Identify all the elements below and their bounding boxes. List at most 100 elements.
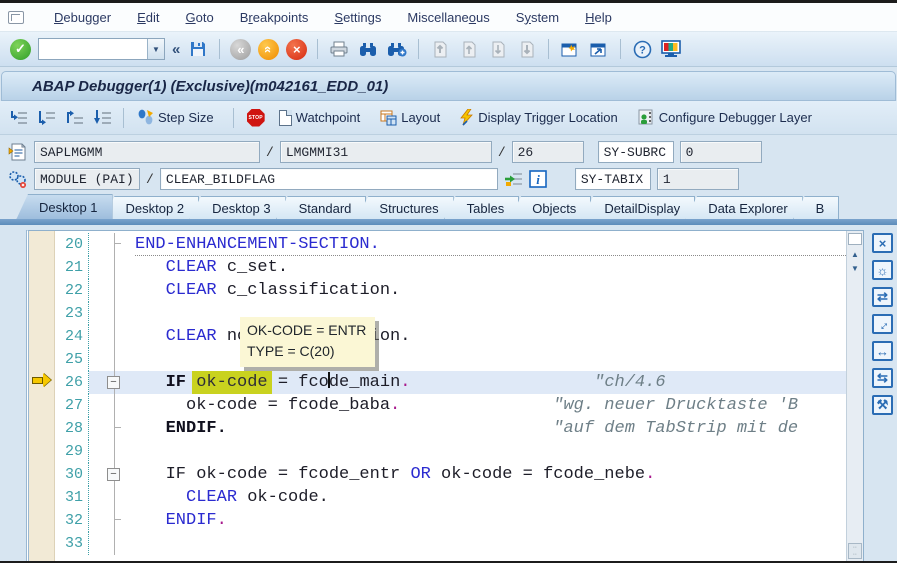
- first-page-icon: [429, 38, 451, 60]
- info-icon[interactable]: i: [529, 170, 547, 188]
- sy-subrc-value-field[interactable]: 0: [679, 141, 762, 163]
- watchpoint-button[interactable]: STOP Watchpoint: [243, 107, 371, 129]
- swap-windows-icon[interactable]: ⇄: [872, 287, 893, 307]
- step-size-button[interactable]: Step Size: [133, 107, 224, 128]
- line-number-field[interactable]: 26: [511, 141, 584, 163]
- print-icon[interactable]: [328, 38, 350, 60]
- line-margin[interactable]: [29, 371, 56, 394]
- line-margin[interactable]: [29, 486, 56, 509]
- maximize-icon[interactable]: ↔: [872, 314, 893, 334]
- menu-item-help[interactable]: Help: [585, 10, 612, 25]
- back-button[interactable]: «: [230, 38, 252, 60]
- line-margin[interactable]: [29, 463, 56, 486]
- scroll-down-icon[interactable]: ▼: [848, 261, 862, 275]
- tab-objects[interactable]: Objects: [509, 196, 592, 220]
- menu-item-miscellaneous[interactable]: Miscellaneous: [407, 10, 489, 25]
- code-text[interactable]: IF ok-code = fcode_entr OR ok-code = fco…: [135, 463, 846, 486]
- code-text[interactable]: CLEAR c_classification.: [135, 279, 846, 302]
- code-text[interactable]: [135, 532, 846, 555]
- line-number: 22: [56, 279, 89, 302]
- new-session-icon[interactable]: [559, 38, 581, 60]
- event-type-field[interactable]: MODULE (PAI): [34, 168, 140, 190]
- services-icon[interactable]: ⚒: [872, 395, 893, 415]
- display-trigger-location-button[interactable]: Display Trigger Location: [456, 107, 627, 128]
- event-name-field[interactable]: CLEAR_BILDFLAG: [159, 168, 498, 190]
- tab-data-explorer[interactable]: Data Explorer: [685, 196, 803, 220]
- tab-desktop-1[interactable]: Desktop 1: [16, 194, 113, 220]
- code-text[interactable]: CLEAR c_set.: [135, 256, 846, 279]
- fit-width-icon[interactable]: ↔: [872, 341, 893, 361]
- code-text[interactable]: CLEAR ok-code.: [135, 486, 846, 509]
- enter-button[interactable]: ✓: [10, 38, 31, 60]
- sy-subrc-label-field[interactable]: SY-SUBRC: [597, 141, 674, 163]
- scrollbar-bottom-grip[interactable]: ∙∙ ∙∙: [848, 543, 862, 559]
- tab-structures[interactable]: Structures: [356, 196, 454, 220]
- exit-button[interactable]: «: [258, 38, 280, 60]
- create-shortcut-icon[interactable]: [588, 38, 610, 60]
- line-margin[interactable]: [29, 417, 56, 440]
- line-margin[interactable]: [29, 532, 56, 555]
- save-icon[interactable]: [187, 38, 209, 60]
- tab-tables[interactable]: Tables: [443, 196, 520, 220]
- exchange-icon[interactable]: ⇆: [872, 368, 893, 388]
- help-icon[interactable]: ?: [631, 38, 653, 60]
- step-into-icon[interactable]: [8, 107, 30, 129]
- step-over-icon[interactable]: [36, 107, 58, 129]
- menu-item-breakpoints[interactable]: Breakpoints: [240, 10, 309, 25]
- continue-icon[interactable]: [92, 107, 114, 129]
- code-text[interactable]: ENDIF.: [135, 509, 846, 532]
- line-number: 24: [56, 325, 89, 348]
- goto-statement-icon[interactable]: [504, 171, 523, 188]
- menu-item-debugger[interactable]: Debugger: [54, 10, 111, 25]
- window-menu-icon[interactable]: [8, 10, 24, 24]
- program-field[interactable]: SAPLMGMM: [34, 141, 260, 163]
- scrollbar-thumb[interactable]: [848, 233, 862, 245]
- gui-settings-icon[interactable]: [660, 38, 682, 60]
- include-field[interactable]: LMGMMI31: [279, 141, 492, 163]
- line-margin[interactable]: [29, 279, 56, 302]
- menu-item-settings[interactable]: Settings: [334, 10, 381, 25]
- tab-desktop-3[interactable]: Desktop 3: [189, 196, 286, 220]
- fold-collapse-icon[interactable]: −: [107, 376, 120, 389]
- line-margin[interactable]: [29, 325, 56, 348]
- line-margin[interactable]: [29, 440, 56, 463]
- line-number: 21: [56, 256, 89, 279]
- fold-collapse-icon[interactable]: −: [107, 468, 120, 481]
- command-input[interactable]: [39, 39, 147, 59]
- sy-tabix-value-field[interactable]: 1: [656, 168, 739, 190]
- tab-detaildisplay[interactable]: DetailDisplay: [581, 196, 696, 220]
- fold-end-tick: [114, 509, 121, 520]
- line-margin[interactable]: [29, 348, 56, 371]
- line-margin[interactable]: [29, 233, 56, 256]
- fold-column: −: [89, 371, 135, 394]
- code-text[interactable]: ok-code = fcode_baba. "wg. neuer Druckta…: [135, 394, 846, 417]
- line-margin[interactable]: [29, 256, 56, 279]
- code-text[interactable]: ENDIF. "auf dem TabStrip mit de: [135, 417, 846, 440]
- tab-desktop-2[interactable]: Desktop 2: [102, 196, 200, 220]
- line-margin[interactable]: [29, 509, 56, 532]
- sy-tabix-label-field[interactable]: SY-TABIX: [574, 168, 651, 190]
- new-window-icon[interactable]: ☼: [872, 260, 893, 280]
- menu-item-system[interactable]: System: [516, 10, 559, 25]
- line-margin[interactable]: [29, 394, 56, 417]
- step-return-icon[interactable]: [64, 107, 86, 129]
- line-margin[interactable]: [29, 302, 56, 325]
- cancel-button[interactable]: ×: [286, 38, 308, 60]
- code-text[interactable]: IF ok-code = fcode_main. "ch/4.6: [135, 371, 846, 394]
- collapse-toolbar-icon[interactable]: «: [172, 41, 180, 58]
- configure-layer-icon: [638, 109, 653, 125]
- code-text[interactable]: [135, 440, 846, 463]
- menu-item-edit[interactable]: Edit: [137, 10, 159, 25]
- vertical-scrollbar[interactable]: ▲ ▼ ∙∙ ∙∙: [846, 231, 863, 561]
- scroll-up-icon[interactable]: ▲: [848, 247, 862, 261]
- menu-item-goto[interactable]: Goto: [186, 10, 214, 25]
- code-text[interactable]: END-ENHANCEMENT-SECTION.: [135, 233, 846, 256]
- line-number: 30: [56, 463, 89, 486]
- command-dropdown-icon[interactable]: ▼: [147, 39, 164, 59]
- tab-standard[interactable]: Standard: [275, 196, 367, 220]
- configure-debugger-layer-button[interactable]: Configure Debugger Layer: [634, 107, 822, 128]
- close-icon[interactable]: ×: [872, 233, 893, 253]
- layout-button[interactable]: Layout: [376, 108, 450, 128]
- find-next-icon[interactable]: [386, 38, 408, 60]
- find-icon[interactable]: [357, 38, 379, 60]
